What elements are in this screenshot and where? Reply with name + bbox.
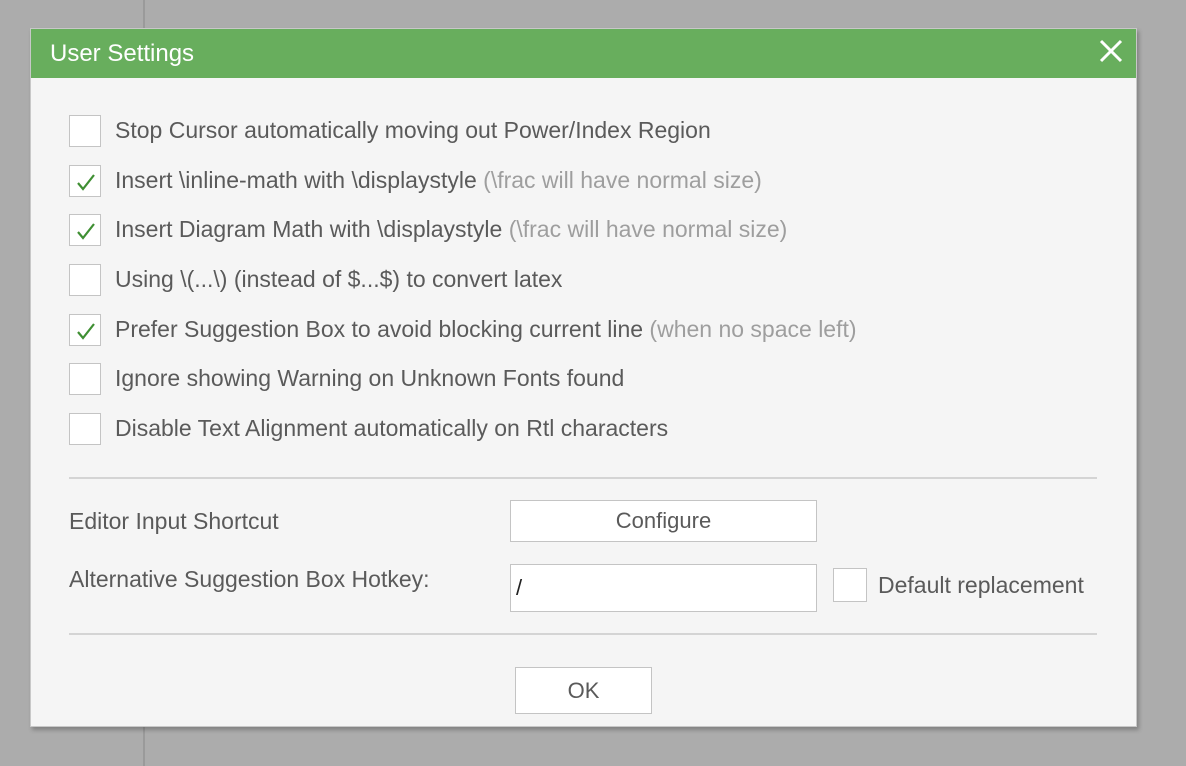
inline-math-displaystyle-checkbox[interactable] <box>69 164 101 197</box>
inline-math-displaystyle-label: Insert \inline-math with \displaystyle <box>115 166 477 193</box>
ignore-font-warning-checkbox[interactable] <box>69 363 101 396</box>
options-list: Stop Cursor automatically moving out Pow… <box>69 115 1109 463</box>
checkmark-icon <box>77 223 95 241</box>
prefer-suggestion-box-hint: (when no space left) <box>649 315 857 342</box>
option-prefer-suggestion-box: Prefer Suggestion Box to avoid blocking … <box>69 313 1109 364</box>
section-divider-bottom <box>69 633 1097 635</box>
diagram-math-displaystyle-checkbox[interactable] <box>69 214 101 247</box>
ok-button[interactable]: OK <box>515 667 652 714</box>
close-icon <box>1099 39 1123 63</box>
option-diagram-math-displaystyle: Insert Diagram Math with \displaystyle (… <box>69 214 1109 264</box>
diagram-math-displaystyle-hint: (\frac will have normal size) <box>508 216 788 243</box>
prefer-suggestion-box-checkbox[interactable] <box>69 313 101 346</box>
default-replacement-checkbox[interactable] <box>833 568 867 602</box>
section-divider-top <box>69 477 1097 479</box>
option-disable-rtl-alignment: Disable Text Alignment automatically on … <box>69 413 1109 463</box>
disable-rtl-alignment-checkbox[interactable] <box>69 413 101 446</box>
editor-input-shortcut-label: Editor Input Shortcut <box>69 508 279 534</box>
stop-cursor-label: Stop Cursor automatically moving out Pow… <box>115 117 711 143</box>
checkmark-icon <box>77 174 95 191</box>
diagram-math-displaystyle-label: Insert Diagram Math with \displaystyle <box>115 216 503 243</box>
latex-delimiters-label: Using \(...\) (instead of $...$) to conv… <box>115 266 563 293</box>
dialog-titlebar: User Settings <box>31 29 1136 78</box>
inline-math-displaystyle-hint: (\frac will have normal size) <box>483 166 762 193</box>
prefer-suggestion-box-label: Prefer Suggestion Box to avoid blocking … <box>115 315 644 342</box>
hotkey-label: Alternative Suggestion Box Hotkey: <box>69 566 430 592</box>
disable-rtl-alignment-label: Disable Text Alignment automatically on … <box>115 415 669 442</box>
option-ignore-font-warning: Ignore showing Warning on Unknown Fonts … <box>69 363 1109 413</box>
default-replacement-label: Default replacement <box>878 572 1084 598</box>
ignore-font-warning-label: Ignore showing Warning on Unknown Fonts … <box>115 365 625 392</box>
configure-button[interactable]: Configure <box>510 500 817 542</box>
option-latex-delimiters: Using \(...\) (instead of $...$) to conv… <box>69 264 1109 314</box>
stop-cursor-checkbox[interactable] <box>69 115 101 147</box>
checkmark-icon <box>77 323 95 340</box>
dialog-title: User Settings <box>50 40 195 67</box>
latex-delimiters-checkbox[interactable] <box>69 264 101 297</box>
option-stop-cursor: Stop Cursor automatically moving out Pow… <box>69 115 1109 165</box>
hotkey-input[interactable] <box>510 564 817 612</box>
close-button[interactable] <box>1096 36 1126 66</box>
user-settings-dialog: User Settings Stop Cursor automatically … <box>30 28 1137 727</box>
option-inline-math-displaystyle: Insert \inline-math with \displaystyle (… <box>69 164 1109 215</box>
